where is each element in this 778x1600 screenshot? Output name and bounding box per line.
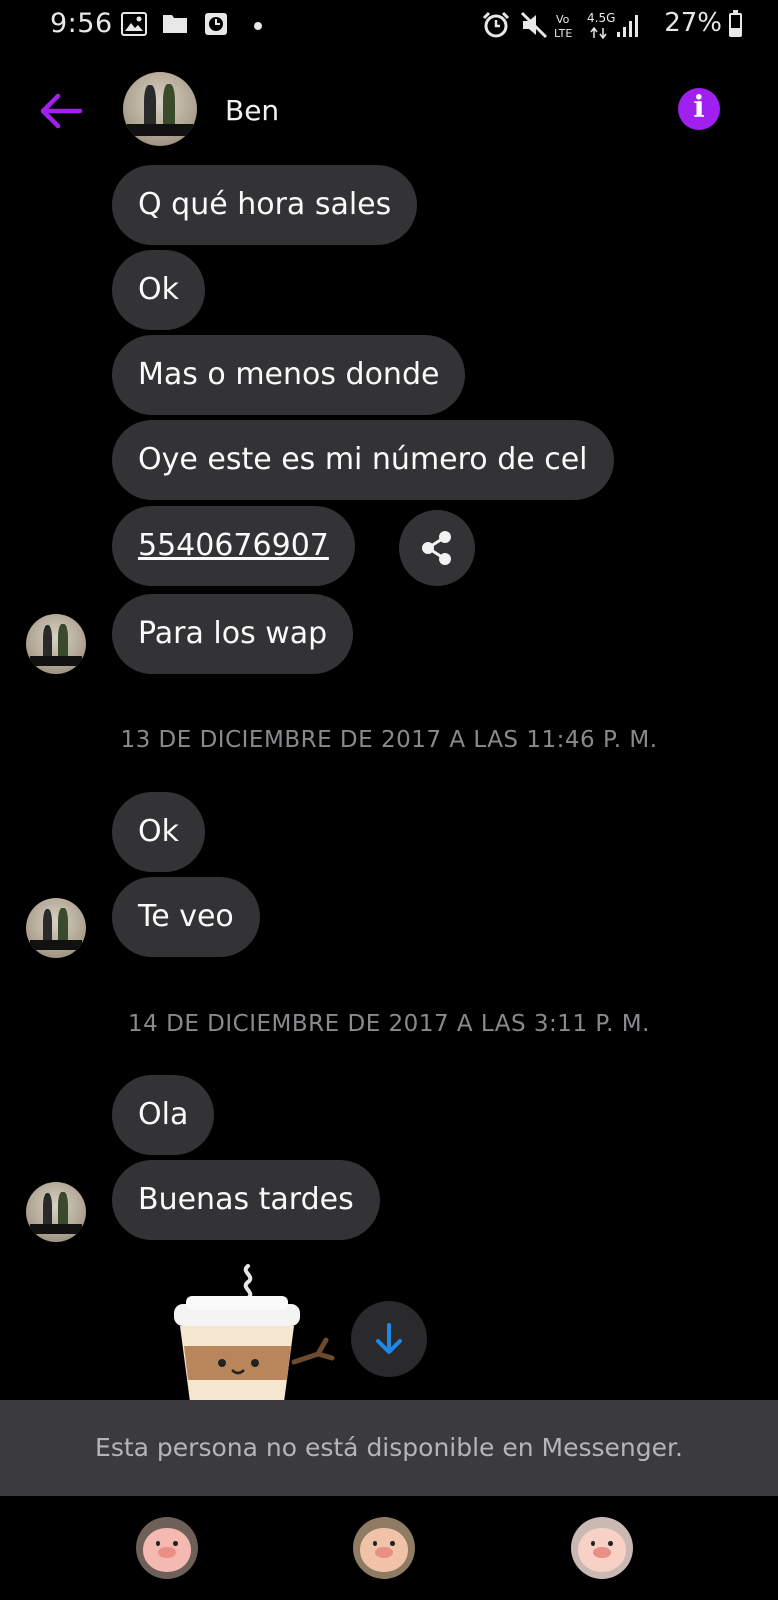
scroll-to-bottom-button[interactable] <box>351 1301 427 1377</box>
clock-icon <box>205 13 227 35</box>
network-type: 4.5G <box>587 11 616 25</box>
message-bubble[interactable]: Oye este es mi número de cel <box>112 420 614 500</box>
mute-icon <box>520 11 548 39</box>
battery-icon <box>729 10 742 37</box>
contact-name[interactable]: Ben <box>225 94 279 127</box>
status-time: 9:56 <box>50 8 113 39</box>
sender-avatar[interactable] <box>26 614 86 674</box>
share-icon <box>422 531 451 565</box>
arrow-down-icon <box>376 1323 402 1354</box>
share-button[interactable] <box>399 510 475 586</box>
volte-icon: Vo LTE <box>554 13 572 40</box>
alarm-icon <box>482 11 510 38</box>
message-bubble[interactable]: Q qué hora sales <box>112 165 418 245</box>
message-bubble[interactable]: Ok <box>112 792 205 872</box>
messenger-screen: 9:56 Vo LTE 4.5G 27% Ben i Q qué hora sa… <box>0 0 778 1600</box>
pig-sticker-2[interactable] <box>353 1517 415 1579</box>
svg-text:Vo: Vo <box>556 13 570 26</box>
pig-sticker-1[interactable] <box>136 1517 198 1579</box>
coffee-cup-sticker[interactable] <box>160 1262 350 1402</box>
info-icon[interactable]: i <box>678 88 720 130</box>
sender-avatar[interactable] <box>26 898 86 958</box>
status-bar: 9:56 Vo LTE 4.5G 27% <box>0 0 778 52</box>
dot-icon <box>254 22 262 30</box>
timestamp-divider: 14 DE DICIEMBRE DE 2017 A LAS 3:11 P. M. <box>128 1011 650 1037</box>
unavailable-notice: Esta persona no está disponible en Messe… <box>0 1400 778 1496</box>
message-bubble[interactable]: Mas o menos donde <box>112 335 466 415</box>
message-bubble-phone[interactable]: 5540676907 <box>112 506 355 586</box>
contact-avatar[interactable] <box>123 72 197 146</box>
message-bubble[interactable]: Ok <box>112 250 205 330</box>
conversation-header: Ben i <box>0 60 778 160</box>
pig-sticker-3[interactable] <box>571 1517 633 1579</box>
data-arrows-icon <box>590 27 607 39</box>
message-bubble[interactable]: Ola <box>112 1075 215 1155</box>
svg-text:LTE: LTE <box>554 27 572 40</box>
message-bubble[interactable]: Te veo <box>112 877 260 957</box>
phone-number-link[interactable]: 5540676907 <box>138 528 329 563</box>
gallery-icon <box>121 12 147 36</box>
arrow-left-icon[interactable] <box>36 86 86 136</box>
message-bubble[interactable]: Para los wap <box>112 594 354 674</box>
message-bubble[interactable]: Buenas tardes <box>112 1160 380 1240</box>
folder-icon <box>163 15 187 33</box>
signal-icon <box>617 15 638 37</box>
battery-percent: 27% <box>664 8 722 38</box>
timestamp-divider: 13 DE DICIEMBRE DE 2017 A LAS 11:46 P. M… <box>120 727 658 753</box>
sender-avatar[interactable] <box>26 1182 86 1242</box>
sticker-suggestions-bar <box>0 1496 778 1600</box>
